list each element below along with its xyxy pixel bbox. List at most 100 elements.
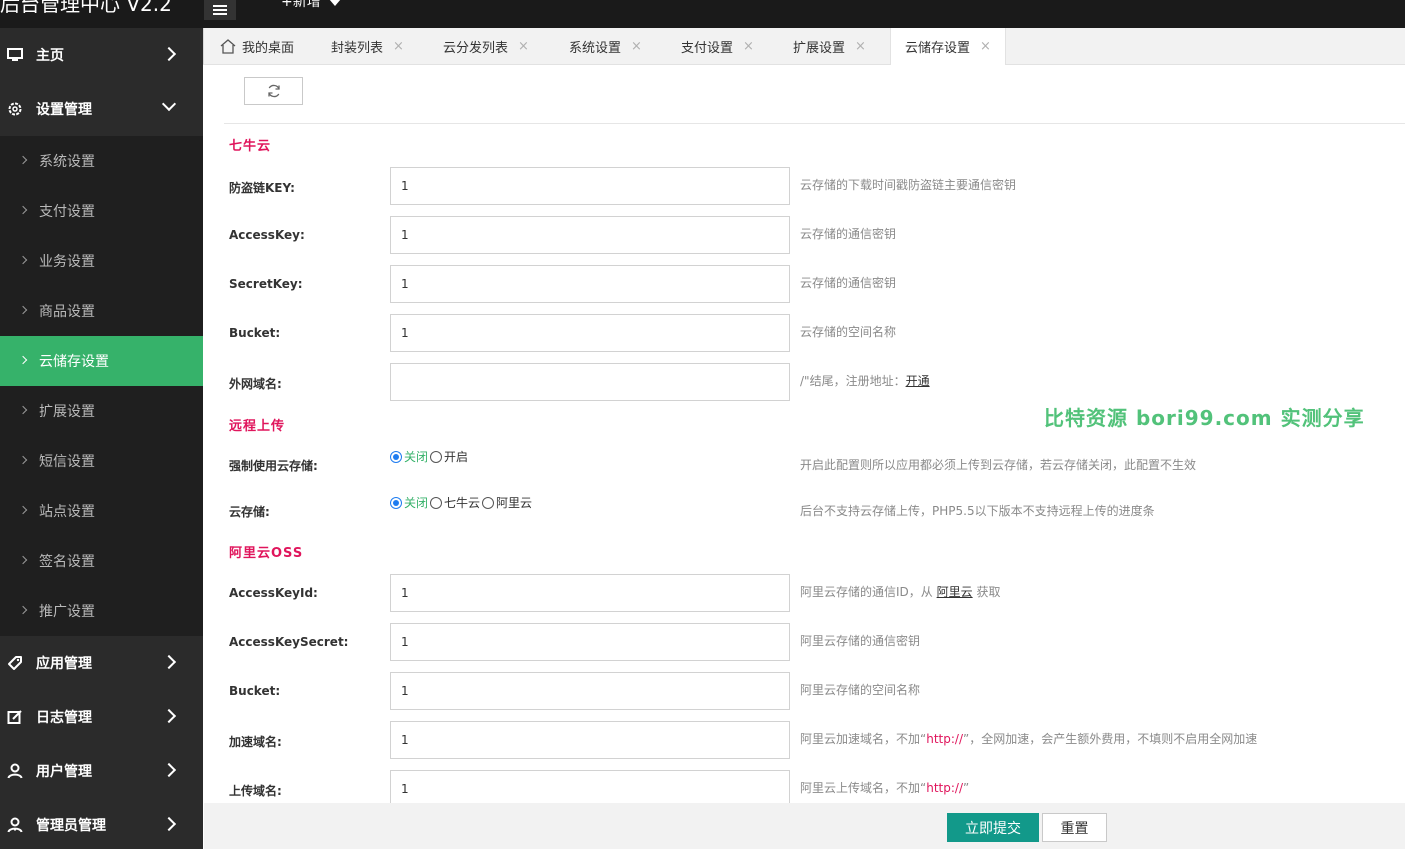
chevron-right-icon: [18, 355, 28, 365]
field-label: AccessKeySecret:: [229, 635, 349, 649]
tab-label: 我的桌面: [242, 40, 295, 56]
aliyun-access-key-id-input[interactable]: [390, 574, 790, 612]
cloud-storage-radio-group: 关闭 七牛云 阿里云: [390, 494, 534, 511]
register-link[interactable]: 开通: [906, 374, 930, 388]
field-label: 外网域名:: [229, 377, 282, 391]
sidebar-item-apps[interactable]: 应用管理: [0, 636, 203, 690]
field-help: /"结尾，注册地址：开通: [800, 372, 930, 389]
section-title-qiniu: 七牛云: [229, 139, 272, 154]
anti-leech-key-input[interactable]: [390, 167, 790, 205]
submit-button[interactable]: 立即提交: [947, 813, 1039, 842]
aliyun-bucket-input[interactable]: [390, 672, 790, 710]
close-icon[interactable]: ×: [393, 39, 404, 54]
sidebar-item-product-settings[interactable]: 商品设置: [0, 286, 203, 336]
field-label: AccessKey:: [229, 228, 305, 242]
sidebar-item-settings[interactable]: 设置管理: [0, 82, 203, 136]
refresh-button[interactable]: [244, 77, 303, 105]
sidebar-item-cloud-storage-settings[interactable]: 云储存设置: [0, 336, 203, 386]
tab-cloud-distribution-list[interactable]: 云分发列表 ×: [443, 28, 529, 64]
sidebar-item-site-settings[interactable]: 站点设置: [0, 486, 203, 536]
sidebar-item-promotion-settings[interactable]: 推广设置: [0, 586, 203, 636]
field-help: 阿里云存储的通信密钥: [800, 634, 921, 648]
tab-my-desktop[interactable]: 我的桌面: [220, 28, 294, 64]
watermark: 比特资源 bori99.com 实测分享: [1044, 406, 1365, 430]
field-help: 云存储的通信密钥: [800, 276, 897, 290]
field-help: 阿里云存储的通信ID，从 阿里云 获取: [800, 583, 1000, 600]
hamburger-icon: [213, 5, 227, 15]
sidebar-item-label: 推广设置: [39, 604, 95, 620]
help-text: ”: [962, 781, 970, 795]
sidebar-item-users[interactable]: 用户管理: [0, 744, 203, 798]
close-icon[interactable]: ×: [631, 39, 642, 54]
add-new-menu[interactable]: +新增: [281, 0, 341, 12]
field-help: 云存储的空间名称: [800, 325, 897, 339]
tab-label: 云分发列表: [443, 40, 509, 56]
radio-storage-qiniu[interactable]: [430, 496, 443, 509]
tab-package-list[interactable]: 封装列表 ×: [331, 28, 404, 64]
close-icon[interactable]: ×: [518, 39, 529, 54]
chevron-right-icon: [18, 305, 28, 315]
sidebar-item-payment-settings[interactable]: 支付设置: [0, 186, 203, 236]
tab-system-settings[interactable]: 系统设置 ×: [569, 28, 642, 64]
sidebar-item-extension-settings[interactable]: 扩展设置: [0, 386, 203, 436]
tab-payment-settings[interactable]: 支付设置 ×: [681, 28, 754, 64]
refresh-icon: [267, 84, 280, 98]
qiniu-domain-input[interactable]: [390, 363, 790, 401]
menu-toggle-button[interactable]: [204, 0, 236, 20]
radio-force-off[interactable]: [390, 450, 402, 463]
tab-extension-settings[interactable]: 扩展设置 ×: [793, 28, 866, 64]
qiniu-secret-key-input[interactable]: [390, 265, 790, 303]
close-icon[interactable]: ×: [980, 39, 991, 54]
sidebar-item-home[interactable]: 主页: [0, 28, 203, 82]
sidebar-item-logs[interactable]: 日志管理: [0, 690, 203, 744]
aliyun-upload-domain-input[interactable]: [390, 770, 790, 803]
close-icon[interactable]: ×: [855, 39, 866, 54]
sidebar-item-label: 设置管理: [36, 102, 92, 118]
gear-icon: [8, 102, 22, 116]
admin-user-icon: [7, 817, 23, 833]
help-text-red: http://: [926, 781, 963, 795]
sidebar-item-label: 扩展设置: [39, 404, 95, 420]
sidebar-item-system-settings[interactable]: 系统设置: [0, 136, 203, 186]
tab-cloud-storage-settings[interactable]: 云储存设置 ×: [890, 28, 1006, 65]
chevron-right-icon: [18, 505, 28, 515]
help-text: ”，全网加速，会产生额外费用，不填则不启用全网加速: [962, 732, 1258, 746]
help-text-red: http://: [926, 732, 963, 746]
sidebar-item-label: 主页: [36, 48, 64, 64]
sidebar-item-label: 商品设置: [39, 304, 95, 320]
radio-storage-off[interactable]: [390, 496, 402, 509]
sidebar-item-label: 应用管理: [36, 656, 92, 672]
reset-button[interactable]: 重置: [1042, 813, 1107, 842]
sidebar-item-label: 管理员管理: [36, 818, 106, 834]
qiniu-access-key-input[interactable]: [390, 216, 790, 254]
field-label: 云存储:: [229, 505, 270, 519]
qiniu-bucket-input[interactable]: [390, 314, 790, 352]
sidebar-item-sms-settings[interactable]: 短信设置: [0, 436, 203, 486]
sidebar-item-label: 系统设置: [39, 154, 95, 170]
chevron-right-icon: [18, 205, 28, 215]
radio-storage-aliyun[interactable]: [482, 496, 495, 509]
field-label: 防盗链KEY:: [229, 181, 295, 195]
chevron-right-icon: [161, 762, 177, 778]
sidebar-item-business-settings[interactable]: 业务设置: [0, 236, 203, 286]
chevron-right-icon: [18, 405, 28, 415]
radio-force-on[interactable]: [430, 450, 443, 463]
tab-label: 支付设置: [681, 40, 734, 56]
form-footer: 立即提交 重置: [204, 803, 1405, 849]
tab-label: 系统设置: [569, 40, 622, 56]
radio-label: 关闭: [404, 496, 429, 510]
chevron-right-icon: [161, 816, 177, 832]
close-icon[interactable]: ×: [743, 39, 754, 54]
monitor-icon: [7, 48, 23, 61]
sidebar-item-label: 云储存设置: [39, 354, 109, 370]
edit-icon: [7, 710, 22, 724]
sidebar: 主页 设置管理 系统设置 支付设置 业务设置 商品设置 云储存设置 扩展设置 短…: [0, 28, 203, 849]
aliyun-link[interactable]: 阿里云: [937, 585, 973, 599]
sidebar-item-signature-settings[interactable]: 签名设置: [0, 536, 203, 586]
field-help: 阿里云加速域名，不加“http://”，全网加速，会产生额外费用，不填则不启用全…: [800, 730, 1257, 747]
sidebar-item-admins[interactable]: 管理员管理: [0, 798, 203, 849]
home-icon: [220, 38, 236, 54]
aliyun-cdn-domain-input[interactable]: [390, 721, 790, 759]
aliyun-access-key-secret-input[interactable]: [390, 623, 790, 661]
help-text: 获取: [976, 585, 1001, 599]
